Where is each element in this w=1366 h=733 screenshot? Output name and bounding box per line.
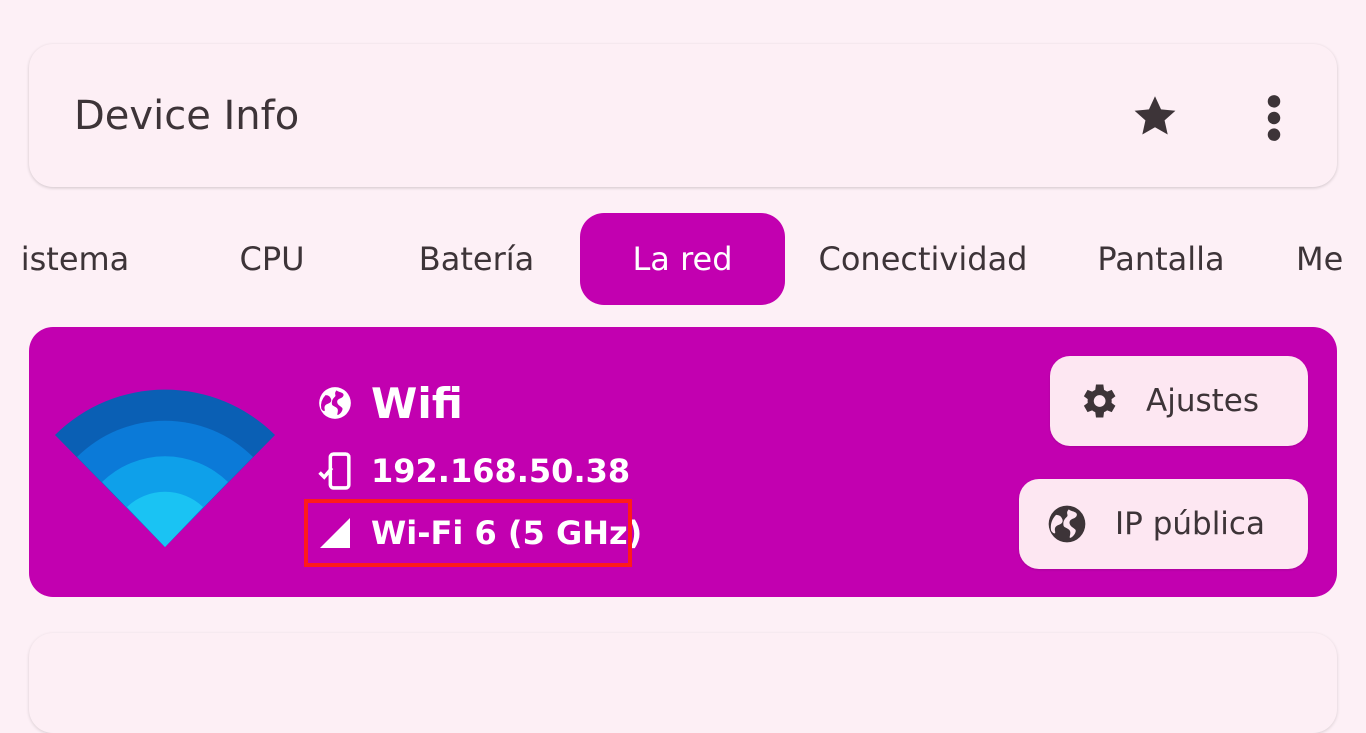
favorite-button[interactable] xyxy=(1127,88,1183,144)
tab-memoria[interactable]: Me xyxy=(1296,213,1356,305)
top-app-bar: Device Info xyxy=(29,44,1337,187)
tab-la-red[interactable]: La red xyxy=(580,213,785,305)
more-vert-icon xyxy=(1267,95,1281,141)
gear-icon xyxy=(1076,379,1120,423)
ip-address-value: 192.168.50.38 xyxy=(371,452,631,490)
tab-pantalla[interactable]: Pantalla xyxy=(1090,213,1232,305)
next-info-card xyxy=(29,633,1337,733)
tab-bateria[interactable]: Batería xyxy=(404,213,549,305)
globe-icon xyxy=(1045,502,1089,546)
settings-button-label: Ajustes xyxy=(1146,383,1259,419)
globe-icon xyxy=(315,383,355,423)
public-ip-button-label: IP pública xyxy=(1115,506,1265,542)
wifi-standard-value: Wi-Fi 6 (5 GHz) xyxy=(371,514,643,552)
settings-button[interactable]: Ajustes xyxy=(1050,356,1308,446)
tab-conectividad[interactable]: Conectividad xyxy=(812,213,1034,305)
signal-icon xyxy=(315,513,355,553)
tab-sistema[interactable]: istema xyxy=(15,213,135,305)
more-options-button[interactable] xyxy=(1249,88,1299,148)
connection-type-label: Wifi xyxy=(371,378,463,428)
public-ip-button[interactable]: IP pública xyxy=(1019,479,1308,569)
wifi-icon xyxy=(55,389,275,547)
phone-check-icon xyxy=(315,451,355,491)
network-card: Wifi 192.168.50.38 Wi-Fi 6 (5 GHz) Ajust… xyxy=(29,327,1337,597)
tab-cpu[interactable]: CPU xyxy=(212,213,332,305)
category-tabs: istema CPU Batería La red Conectividad P… xyxy=(0,213,1366,305)
connection-type: Wifi xyxy=(315,375,463,431)
ip-address-row: 192.168.50.38 xyxy=(315,447,630,495)
star-icon xyxy=(1134,96,1176,135)
app-title: Device Info xyxy=(74,93,300,139)
wifi-standard-row: Wi-Fi 6 (5 GHz) xyxy=(315,509,642,557)
